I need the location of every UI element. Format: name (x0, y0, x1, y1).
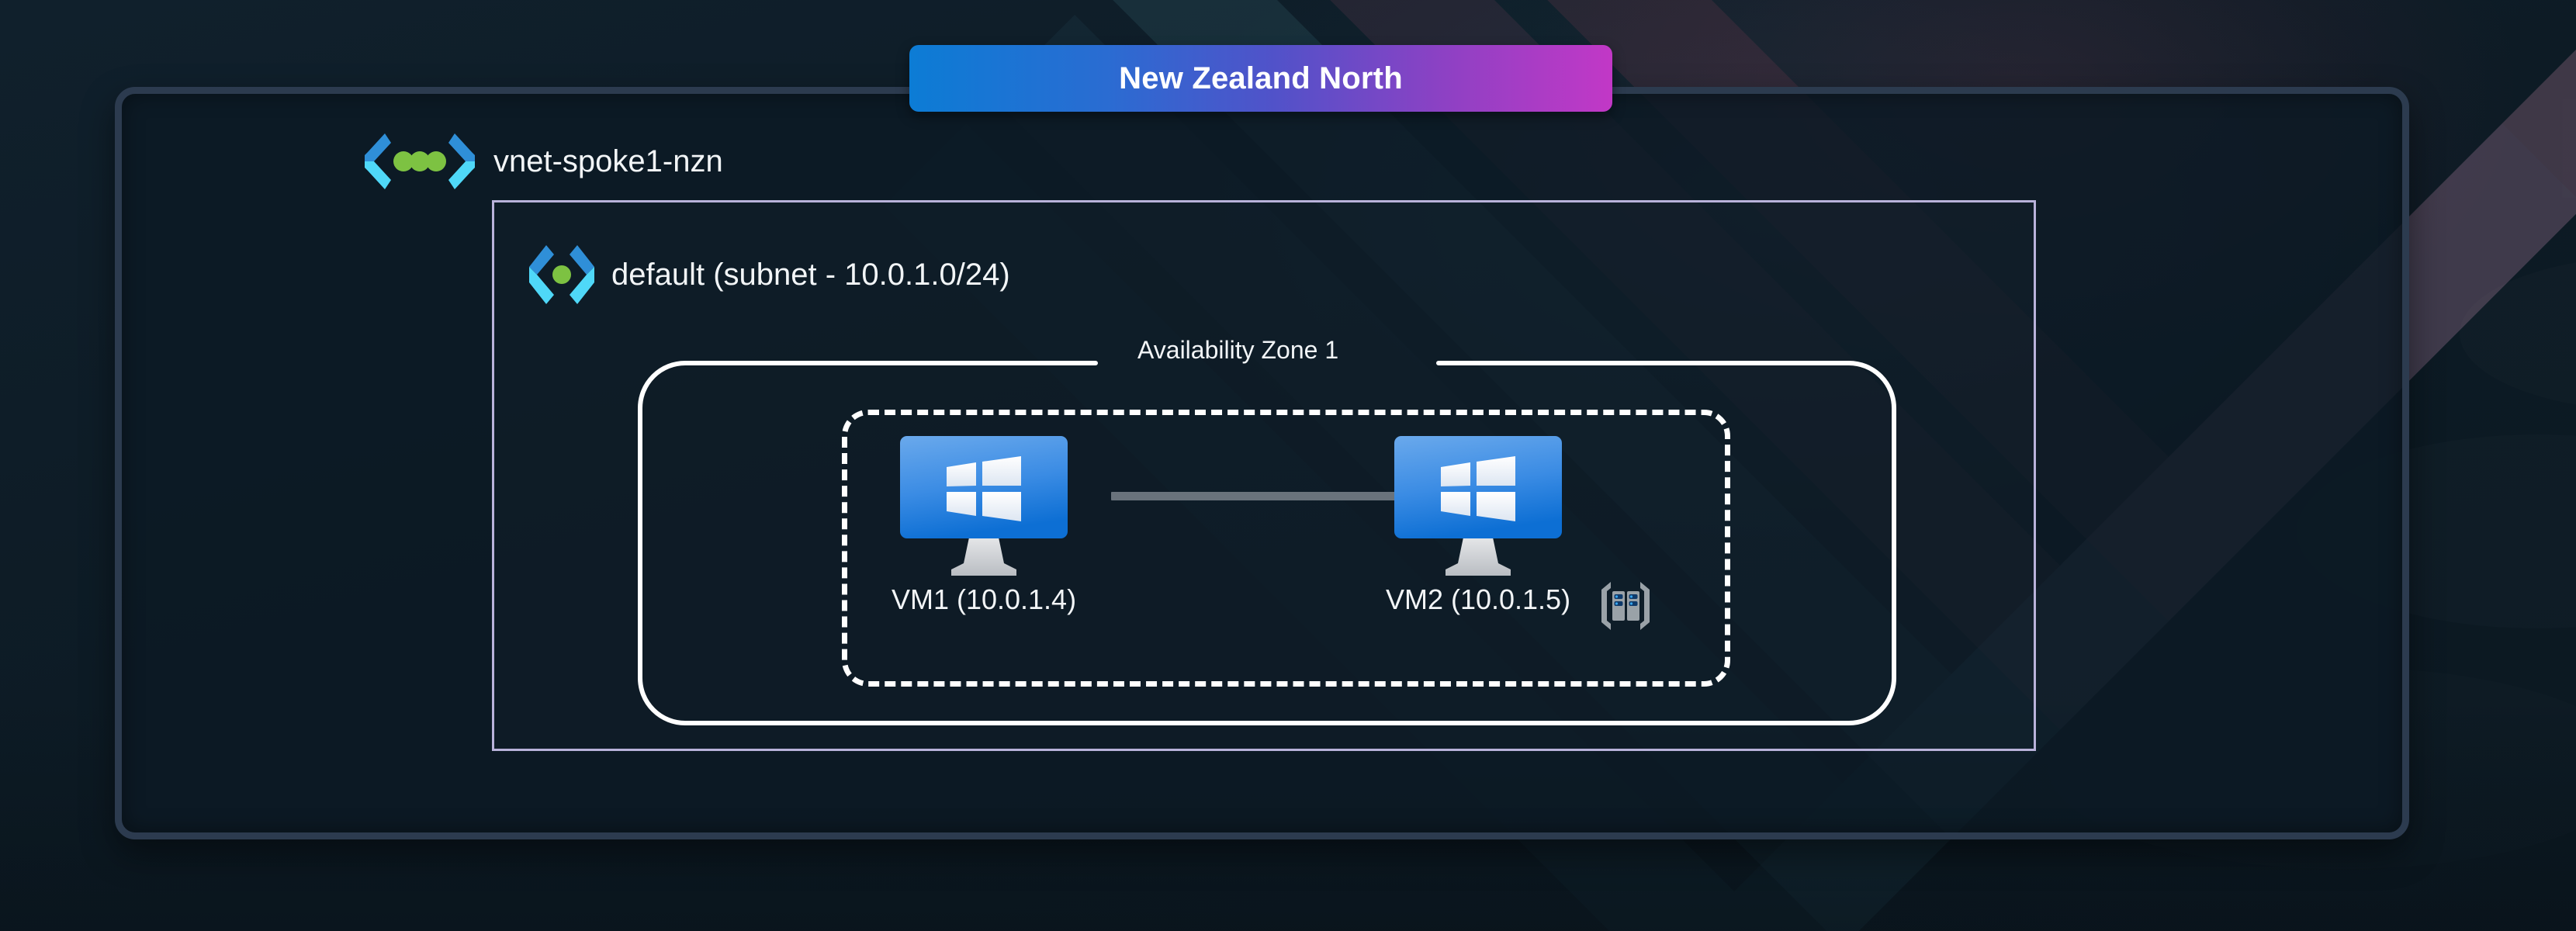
availability-set-badge (1595, 576, 1656, 636)
windows-virtual-machine-icon (891, 425, 1077, 580)
vm-node[interactable]: VM1 (10.0.1.4) (891, 425, 1077, 616)
windows-virtual-machine-icon (1385, 425, 1571, 580)
vm-name-label: VM2 (10.0.1.5) (1385, 583, 1571, 615)
vnet-label-group: vnet-spoke1-nzn (358, 129, 723, 194)
virtual-network-icon (358, 129, 481, 194)
background-ellipse (2460, 256, 2576, 411)
subnet-name-label: default (subnet - 10.0.1.0/24) (611, 257, 1010, 292)
diagram-canvas: New Zealand North vnet-spoke1-nzn defaul… (0, 0, 2576, 931)
subnet-icon (525, 237, 599, 312)
vm-node[interactable]: VM2 (10.0.1.5) (1385, 425, 1571, 616)
subnet-label-group: default (subnet - 10.0.1.0/24) (525, 237, 1010, 312)
vm-name-label: VM1 (10.0.1.4) (891, 583, 1077, 615)
vnet-name-label: vnet-spoke1-nzn (493, 144, 723, 178)
availability-zone-label: Availability Zone 1 (1137, 336, 1339, 364)
region-title-pill: New Zealand North (909, 45, 1612, 112)
region-title-label: New Zealand North (1119, 61, 1403, 95)
